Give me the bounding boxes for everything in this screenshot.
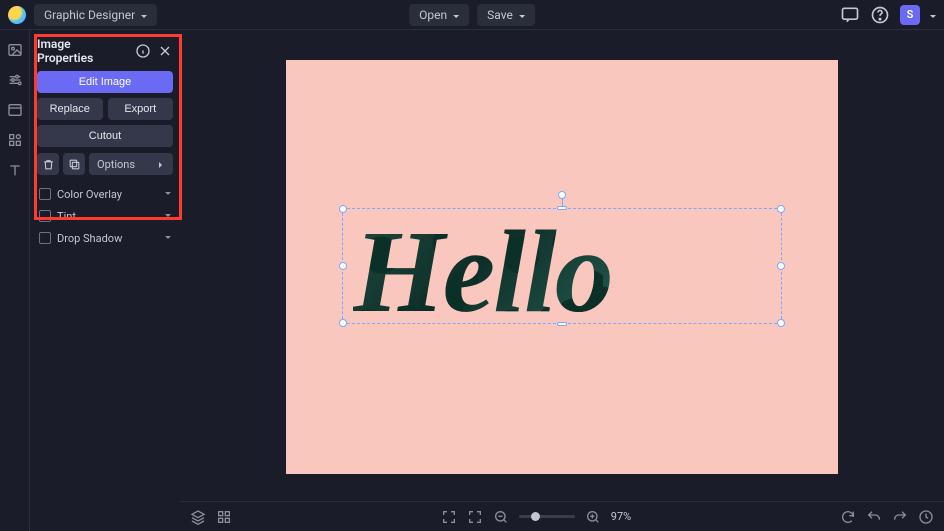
options-menu[interactable]: Options	[89, 153, 173, 175]
rotation-handle[interactable]	[558, 191, 566, 199]
text-tool-icon[interactable]	[7, 162, 23, 178]
export-button[interactable]: Export	[108, 98, 174, 120]
mode-dropdown[interactable]: Graphic Designer	[34, 4, 157, 26]
resize-handle-bl[interactable]	[339, 319, 347, 327]
resize-handle-tl[interactable]	[339, 205, 347, 213]
adjust-tool-icon[interactable]	[7, 72, 23, 88]
cutout-button[interactable]: Cutout	[37, 125, 173, 147]
canvas-area[interactable]: Hello	[180, 30, 944, 501]
selection-box[interactable]: Hello	[342, 208, 782, 324]
zoom-in-icon[interactable]	[585, 509, 601, 525]
zoom-value: 97%	[611, 510, 631, 523]
shapes-tool-icon[interactable]	[7, 132, 23, 148]
delete-button[interactable]	[37, 153, 59, 175]
chevron-down-icon[interactable]	[930, 8, 936, 22]
chevron-down-icon	[141, 8, 147, 22]
mode-label: Graphic Designer	[44, 8, 135, 22]
resize-handle-ml[interactable]	[339, 262, 347, 270]
grid-icon[interactable]	[216, 509, 232, 525]
color-overlay-label: Color Overlay	[57, 188, 159, 201]
resize-handle-br[interactable]	[777, 319, 785, 327]
chevron-down-icon	[165, 209, 171, 223]
tint-toggle[interactable]: Tint	[37, 205, 173, 227]
fit-screen-icon[interactable]	[441, 509, 457, 525]
open-menu[interactable]: Open	[409, 4, 469, 26]
hello-image-text[interactable]: Hello	[353, 213, 771, 319]
chevron-down-icon	[165, 231, 171, 245]
checkbox-icon	[39, 232, 51, 244]
duplicate-button[interactable]	[63, 153, 85, 175]
resize-handle-mr[interactable]	[777, 262, 785, 270]
redo-icon[interactable]	[892, 509, 908, 525]
open-label: Open	[419, 8, 447, 22]
chevron-down-icon	[453, 8, 459, 22]
panel-title: Image Properties	[37, 37, 129, 65]
drop-shadow-label: Drop Shadow	[57, 232, 159, 245]
checkbox-icon	[39, 188, 51, 200]
zoom-slider[interactable]	[519, 515, 575, 518]
layers-icon[interactable]	[190, 509, 206, 525]
close-icon[interactable]	[157, 43, 173, 59]
fullscreen-icon[interactable]	[467, 509, 483, 525]
zoom-out-icon[interactable]	[493, 509, 509, 525]
user-avatar[interactable]: S	[900, 5, 920, 25]
save-label: Save	[487, 8, 513, 22]
help-icon[interactable]	[870, 5, 890, 25]
chevron-down-icon	[519, 8, 525, 22]
replace-button[interactable]: Replace	[37, 98, 103, 120]
drop-shadow-toggle[interactable]: Drop Shadow	[37, 227, 173, 249]
layout-tool-icon[interactable]	[7, 102, 23, 118]
checkbox-icon	[39, 210, 51, 222]
resize-handle-tr[interactable]	[777, 205, 785, 213]
image-tool-icon[interactable]	[7, 42, 23, 58]
edit-image-button[interactable]: Edit Image	[37, 71, 173, 93]
artboard[interactable]: Hello	[286, 60, 838, 474]
info-icon[interactable]	[135, 43, 151, 59]
undo-icon[interactable]	[866, 509, 882, 525]
save-menu[interactable]: Save	[477, 4, 535, 26]
bottom-bar: 97%	[180, 501, 944, 531]
image-properties-panel: Image Properties Edit Image Replace Expo…	[30, 30, 180, 259]
options-label: Options	[97, 158, 135, 171]
avatar-initial: S	[907, 8, 914, 21]
top-bar: Graphic Designer Open Save S	[0, 0, 944, 30]
chevron-down-icon	[165, 187, 171, 201]
comments-icon[interactable]	[840, 5, 860, 25]
chevron-right-icon	[159, 158, 165, 171]
tint-label: Tint	[57, 210, 159, 223]
app-logo-icon	[8, 6, 26, 24]
color-overlay-toggle[interactable]: Color Overlay	[37, 183, 173, 205]
left-tool-rail	[0, 30, 30, 531]
history-icon[interactable]	[918, 509, 934, 525]
sync-icon[interactable]	[840, 509, 856, 525]
